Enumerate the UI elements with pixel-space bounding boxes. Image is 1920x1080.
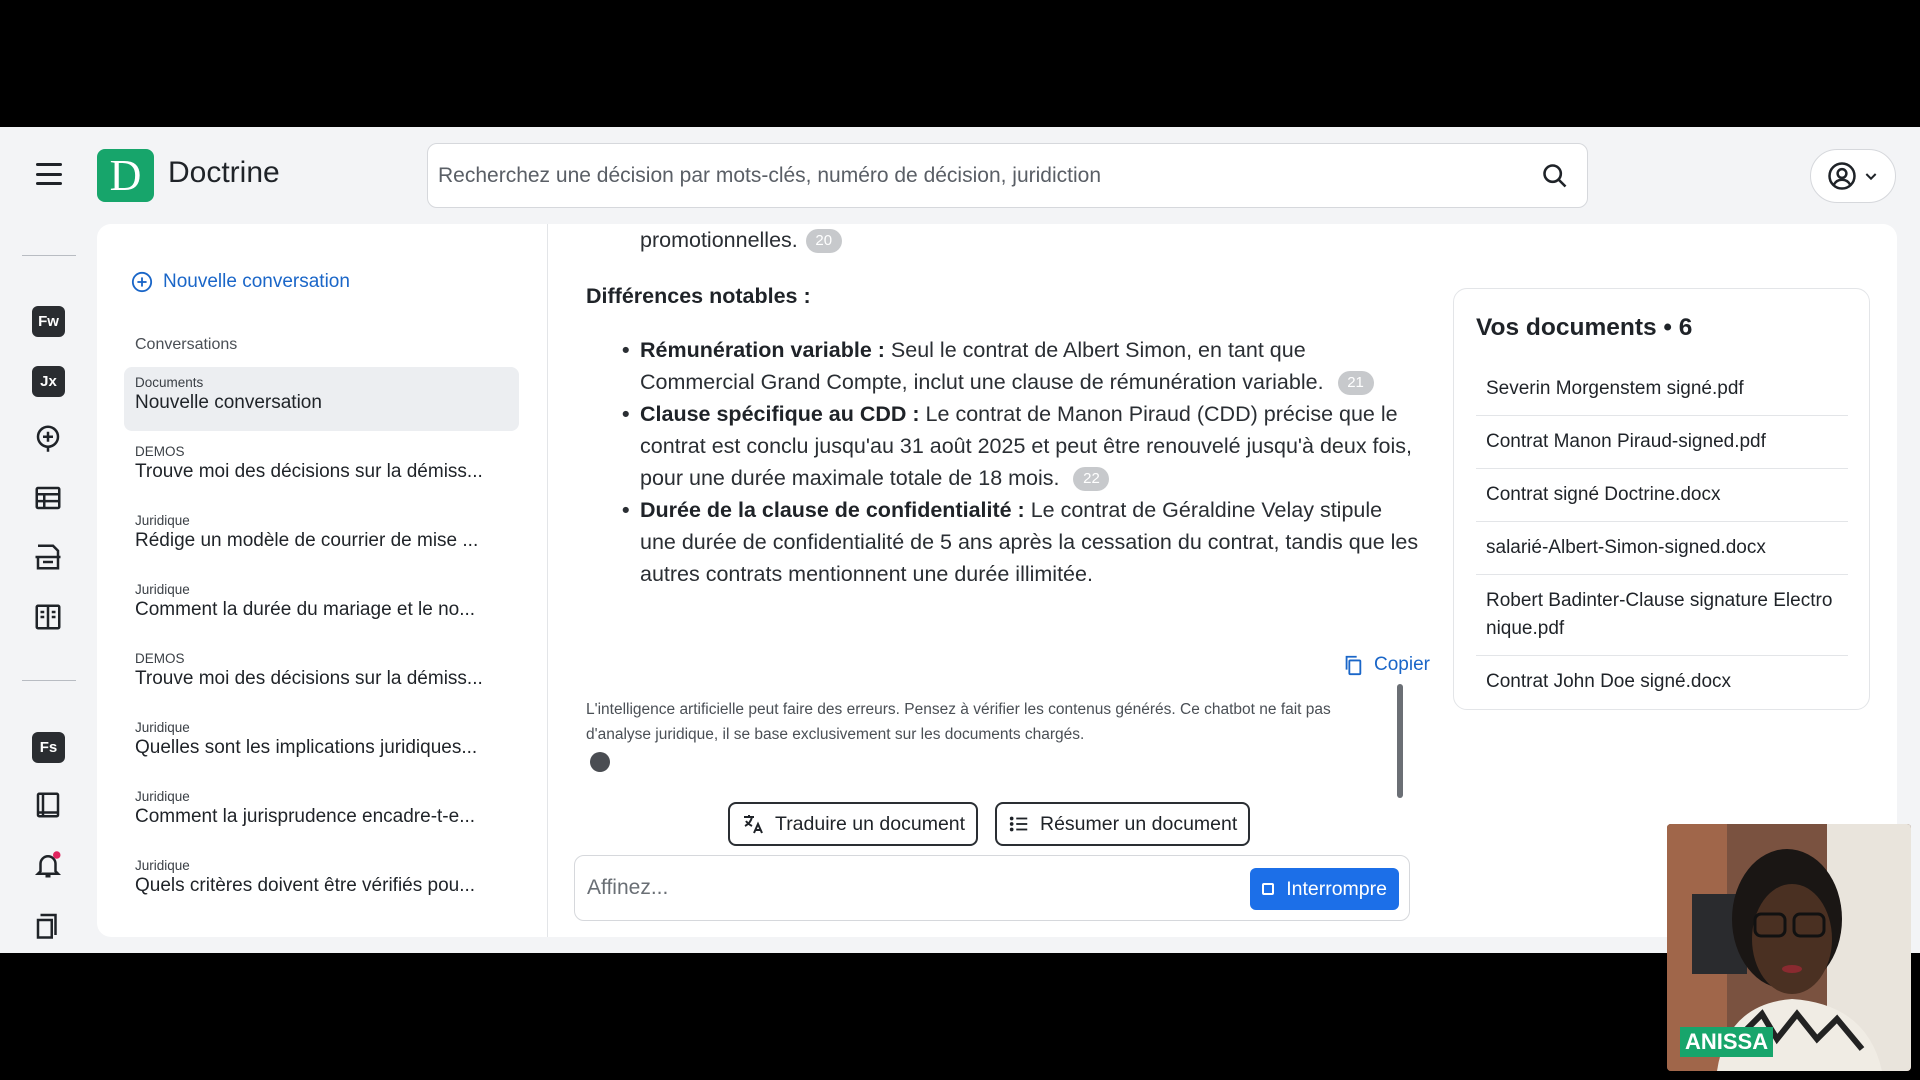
typing-indicator <box>590 752 610 772</box>
citation-badge[interactable]: 21 <box>1337 371 1374 396</box>
conversation-sidebar: Nouvelle conversation Conversations Docu… <box>97 224 547 937</box>
message-line: promotionnelles. 20 <box>640 224 842 256</box>
search-bar <box>427 143 1588 208</box>
ai-disclaimer: L'intelligence artificielle peut faire d… <box>586 701 1331 743</box>
list-item: Rémunération variable : Seul le contrat … <box>622 334 1420 398</box>
conversation-item[interactable]: Juridique Comment la durée du mariage et… <box>124 574 519 643</box>
user-circle-icon <box>1828 162 1856 190</box>
search-input[interactable] <box>438 156 1498 196</box>
chevron-down-icon <box>1865 173 1877 181</box>
conversation-title: Rédige un modèle de courrier de mise ... <box>135 530 479 551</box>
bullet-heading: Clause spécifique au CDD : <box>640 402 920 426</box>
conversation-item[interactable]: DEMOS Trouve moi des décisions sur la dé… <box>124 643 519 712</box>
notification-bell-icon[interactable] <box>33 850 63 880</box>
menu-icon[interactable] <box>36 163 62 185</box>
presenter-name-tag: ANISSA <box>1680 1027 1774 1057</box>
copy-icon <box>1345 655 1362 676</box>
workspace-badge-fs[interactable]: Fs <box>32 732 65 763</box>
document-stack-icon[interactable] <box>33 542 63 572</box>
document-item[interactable]: Contrat signé Doctrine.docx <box>1476 469 1848 522</box>
conversation-category: DEMOS <box>135 651 185 666</box>
conversation-item[interactable]: Juridique Comment la jurisprudence encad… <box>124 781 519 850</box>
conversations-heading: Conversations <box>135 336 238 353</box>
translate-icon <box>744 815 763 834</box>
conversation-title: Nouvelle conversation <box>135 392 322 413</box>
conversation-title: Trouve moi des décisions sur la démiss..… <box>135 668 483 689</box>
conversation-category: Juridique <box>135 789 190 804</box>
new-conversation-button[interactable]: Nouvelle conversation <box>131 271 350 293</box>
copy-button[interactable]: Copier <box>1342 649 1430 681</box>
webcam-overlay: ANISSA <box>1667 824 1911 1071</box>
rail-divider <box>22 255 76 256</box>
conversation-category: Juridique <box>135 513 190 528</box>
document-item[interactable]: Contrat John Doe signé.docx <box>1476 656 1848 708</box>
doctrine-logo[interactable]: D <box>97 149 154 202</box>
stop-generation-button[interactable]: Interrompre <box>1250 868 1399 910</box>
workspace-badge-jx[interactable]: Jx <box>32 366 65 397</box>
conversation-title: Quels critères doivent être vérifiés pou… <box>135 875 476 896</box>
list-item: Durée de la clause de confidentialité : … <box>622 494 1420 590</box>
message-text: promotionnelles. <box>640 228 798 252</box>
account-menu-button[interactable] <box>1810 149 1896 203</box>
stop-icon <box>1262 883 1275 895</box>
copy-label: Copier <box>1374 654 1430 675</box>
conversation-item[interactable]: Juridique Quelles sont les implications … <box>124 712 519 781</box>
app-window: D Doctrine Fw Jx Fs Nouvelle conversatio… <box>0 127 1920 953</box>
document-item[interactable]: Robert Badinter-Clause signature Electro… <box>1476 575 1848 656</box>
conversation-category: Juridique <box>135 720 190 735</box>
bullet-heading: Rémunération variable : <box>640 338 885 362</box>
top-bar: D Doctrine <box>0 127 1920 224</box>
conversation-title: Trouve moi des décisions sur la démiss..… <box>135 461 483 482</box>
conversation-item[interactable]: Juridique Rédige un modèle de courrier d… <box>124 505 519 574</box>
citation-badge[interactable]: 20 <box>805 229 842 254</box>
search-icon[interactable] <box>1541 162 1569 190</box>
summarize-label: Résumer un document <box>1040 812 1238 835</box>
stop-label: Interrompre <box>1286 877 1387 900</box>
icon-rail: Fw Jx Fs <box>0 224 97 953</box>
conversation-category: Juridique <box>135 582 190 597</box>
bullet-heading: Durée de la clause de confidentialité : <box>640 498 1025 522</box>
documents-panel: Vos documents • 6 Severin Morgenstem sig… <box>1453 288 1870 710</box>
documents-title: Vos documents • 6 <box>1476 314 1693 341</box>
conversation-category: Juridique <box>135 858 190 873</box>
table-icon[interactable] <box>33 483 63 513</box>
list-icon <box>1009 816 1028 832</box>
summarize-document-button[interactable]: Résumer un document <box>995 802 1251 846</box>
documents-list: Severin Morgenstem signé.pdf Contrat Man… <box>1476 363 1848 708</box>
rail-divider <box>22 680 76 681</box>
citation-badge[interactable]: 22 <box>1073 467 1110 492</box>
copy-pages-icon[interactable] <box>33 910 63 940</box>
conversation-title: Quelles sont les implications juridiques… <box>135 737 478 758</box>
conversation-title: Comment la jurisprudence encadre-t-e... <box>135 806 476 827</box>
message-input[interactable] <box>587 868 1227 908</box>
conversation-category: Documents <box>135 375 204 390</box>
conversation-item-active[interactable]: Documents Nouvelle conversation <box>124 367 519 431</box>
chat-scrollbar[interactable] <box>1397 684 1403 798</box>
plus-circle-icon <box>131 271 153 293</box>
library-book-icon[interactable] <box>33 790 63 820</box>
conversation-title: Comment la durée du mariage et le no... <box>135 599 476 620</box>
sparkle-plus-icon[interactable] <box>33 423 63 453</box>
differences-list: Rémunération variable : Seul le contrat … <box>622 334 1420 590</box>
conversation-item[interactable]: Juridique Quels critères doivent être vé… <box>124 850 519 919</box>
message-composer: Interrompre <box>574 855 1410 921</box>
conversation-category: DEMOS <box>135 444 185 459</box>
document-item[interactable]: salarié-Albert-Simon-signed.docx <box>1476 522 1848 575</box>
new-conversation-label: Nouvelle conversation <box>163 271 350 292</box>
conversation-list: Documents Nouvelle conversation DEMOS Tr… <box>124 367 519 919</box>
list-item: Clause spécifique au CDD : Le contrat de… <box>622 398 1420 494</box>
translate-document-button[interactable]: Traduire un document <box>728 802 979 846</box>
workspace-badge-fw[interactable]: Fw <box>32 306 65 337</box>
conversation-item[interactable]: DEMOS Trouve moi des décisions sur la dé… <box>124 436 519 505</box>
document-item[interactable]: Severin Morgenstem signé.pdf <box>1476 363 1848 416</box>
book-open-icon[interactable] <box>33 602 63 632</box>
document-item[interactable]: Contrat Manon Piraud-signed.pdf <box>1476 416 1848 469</box>
translate-label: Traduire un document <box>775 812 966 835</box>
differences-heading: Différences notables : <box>586 284 811 308</box>
brand-name[interactable]: Doctrine <box>168 156 280 190</box>
